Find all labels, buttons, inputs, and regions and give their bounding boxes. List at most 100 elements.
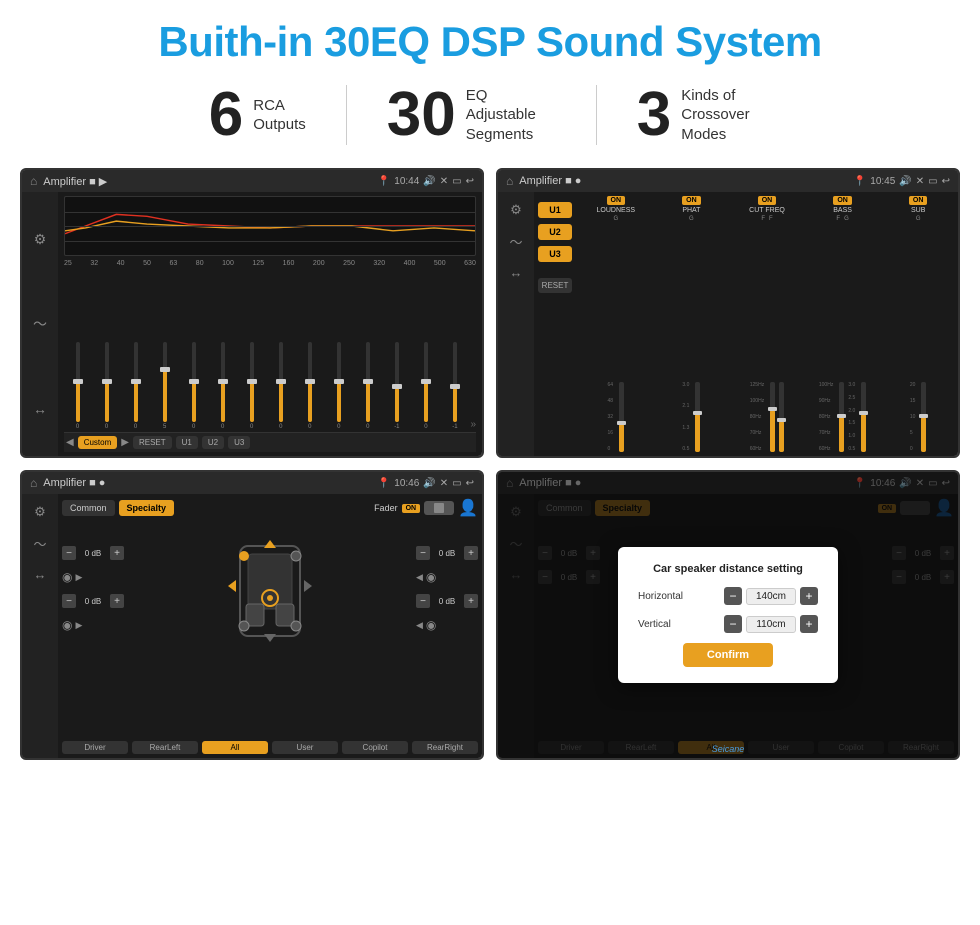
speaker-home-icon[interactable]: ⌂ [30,476,37,490]
amp-sidebar-icon-3[interactable]: ↔ [510,265,523,280]
tab-specialty[interactable]: Specialty [119,500,175,516]
vol-increase-tl[interactable]: + [110,546,124,560]
ch-btn-copilot[interactable]: Copilot [342,741,408,754]
slider-thumb-13[interactable] [421,379,431,384]
vol-decrease-tl[interactable]: − [62,546,76,560]
slider-thumb-14[interactable] [450,384,460,389]
amp-sidebar-icon-1[interactable]: ⚙ [510,202,522,218]
cutfreq-toggle[interactable]: ON [758,196,777,205]
vol-increase-tr[interactable]: + [464,546,478,560]
speaker-sidebar-icon-1[interactable]: ⚙ [34,504,46,520]
amp-sidebar-icon-2[interactable]: 〜 [509,232,522,251]
sub-slider-track[interactable] [921,382,926,452]
phat-slider-track[interactable] [695,382,700,452]
slider-track-11[interactable] [366,342,370,422]
eq-btn-custom[interactable]: Custom [78,436,118,449]
slider-thumb-8[interactable] [276,379,286,384]
cutfreq-slider2-track[interactable] [779,382,784,452]
slider-track-4[interactable] [163,342,167,422]
screen-amp-inner: ⌂ Amplifier ■ ● 📍 10:45 🔊 ✕ ▭ ↩ ⚙ 〜 [498,170,958,456]
slider-track-3[interactable] [134,342,138,422]
loudness-slider-thumb[interactable] [617,421,626,425]
amp-reset-btn[interactable]: RESET [538,278,573,293]
amp-back-icon[interactable]: ↩ [942,176,950,187]
slider-track-2[interactable] [105,342,109,422]
bass-toggle[interactable]: ON [833,196,852,205]
loudness-slider-track[interactable] [619,382,624,452]
bass-slider1-track[interactable] [839,382,844,452]
cutfreq-slider1-thumb[interactable] [768,407,777,411]
tab-common[interactable]: Common [62,500,115,516]
sub-slider-thumb[interactable] [919,414,928,418]
eq-sidebar-icon-2[interactable]: 〜 [33,314,47,334]
eq-home-icon[interactable]: ⌂ [30,174,37,188]
ch-btn-rearleft[interactable]: RearLeft [132,741,198,754]
slider-track-14[interactable] [453,342,457,422]
eq-btn-u3[interactable]: U3 [228,436,250,449]
bass-slider2-thumb[interactable] [859,411,868,415]
vol-decrease-br[interactable]: − [416,594,430,608]
vol-decrease-bl[interactable]: − [62,594,76,608]
cutfreq-sliders: 125Hz 100Hz 80Hz 70Hz 60Hz [750,224,784,452]
slider-track-8[interactable] [279,342,283,422]
phat-slider-thumb[interactable] [693,411,702,415]
eq-next-icon[interactable]: ▶ [121,437,129,448]
sub-toggle[interactable]: ON [909,196,928,205]
slider-thumb-5[interactable] [189,379,199,384]
slider-thumb-4[interactable] [160,367,170,372]
slider-track-1[interactable] [76,342,80,422]
slider-track-13[interactable] [424,342,428,422]
dialog-vertical-decrease[interactable]: − [724,615,742,633]
vol-increase-bl[interactable]: + [110,594,124,608]
phat-toggle[interactable]: ON [682,196,701,205]
dialog-horizontal-increase[interactable]: + [800,587,818,605]
ch-btn-all[interactable]: All [202,741,268,754]
eq-prev-icon[interactable]: ◀ [66,437,74,448]
user-icon[interactable]: 👤 [458,498,478,518]
speaker-sidebar-icon-3[interactable]: ↔ [34,567,47,582]
fader-on-badge: ON [402,504,421,513]
slider-thumb-6[interactable] [218,379,228,384]
bass-slider1-thumb[interactable] [837,414,846,418]
phat-freq-labels: 3.0 2.1 1.3 0.5 [682,382,689,452]
dialog-vertical-increase[interactable]: + [800,615,818,633]
cutfreq-slider1-track[interactable] [770,382,775,452]
slider-thumb-11[interactable] [363,379,373,384]
dialog-horizontal-decrease[interactable]: − [724,587,742,605]
dialog-confirm-button[interactable]: Confirm [683,643,773,667]
cutfreq-slider2-thumb[interactable] [777,418,786,422]
slider-thumb-7[interactable] [247,379,257,384]
slider-thumb-2[interactable] [102,379,112,384]
eq-sidebar-icon-1[interactable]: ⚙ [34,231,47,248]
eq-back-icon[interactable]: ↩ [466,176,474,187]
vol-decrease-tr[interactable]: − [416,546,430,560]
slider-track-9[interactable] [308,342,312,422]
vol-increase-br[interactable]: + [464,594,478,608]
slider-track-10[interactable] [337,342,341,422]
eq-arrow-right[interactable]: » [470,419,476,430]
eq-sidebar-icon-3[interactable]: ↔ [33,401,47,417]
slider-track-5[interactable] [192,342,196,422]
ch-btn-user[interactable]: User [272,741,338,754]
slider-thumb-10[interactable] [334,379,344,384]
ch-btn-driver[interactable]: Driver [62,741,128,754]
slider-thumb-9[interactable] [305,379,315,384]
slider-track-12[interactable] [395,342,399,422]
amp-preset-u1[interactable]: U1 [538,202,572,218]
slider-thumb-1[interactable] [73,379,83,384]
loudness-toggle[interactable]: ON [607,196,626,205]
slider-thumb-12[interactable] [392,384,402,389]
slider-track-7[interactable] [250,342,254,422]
speaker-back-icon[interactable]: ↩ [466,478,474,489]
amp-preset-u2[interactable]: U2 [538,224,572,240]
slider-thumb-3[interactable] [131,379,141,384]
eq-btn-u1[interactable]: U1 [176,436,198,449]
slider-track-6[interactable] [221,342,225,422]
eq-btn-u2[interactable]: U2 [202,436,224,449]
amp-preset-u3[interactable]: U3 [538,246,572,262]
eq-btn-reset[interactable]: RESET [133,436,172,449]
bass-slider2-track[interactable] [861,382,866,452]
ch-btn-rearright[interactable]: RearRight [412,741,478,754]
amp-home-icon[interactable]: ⌂ [506,174,513,188]
speaker-sidebar-icon-2[interactable]: 〜 [33,534,46,553]
